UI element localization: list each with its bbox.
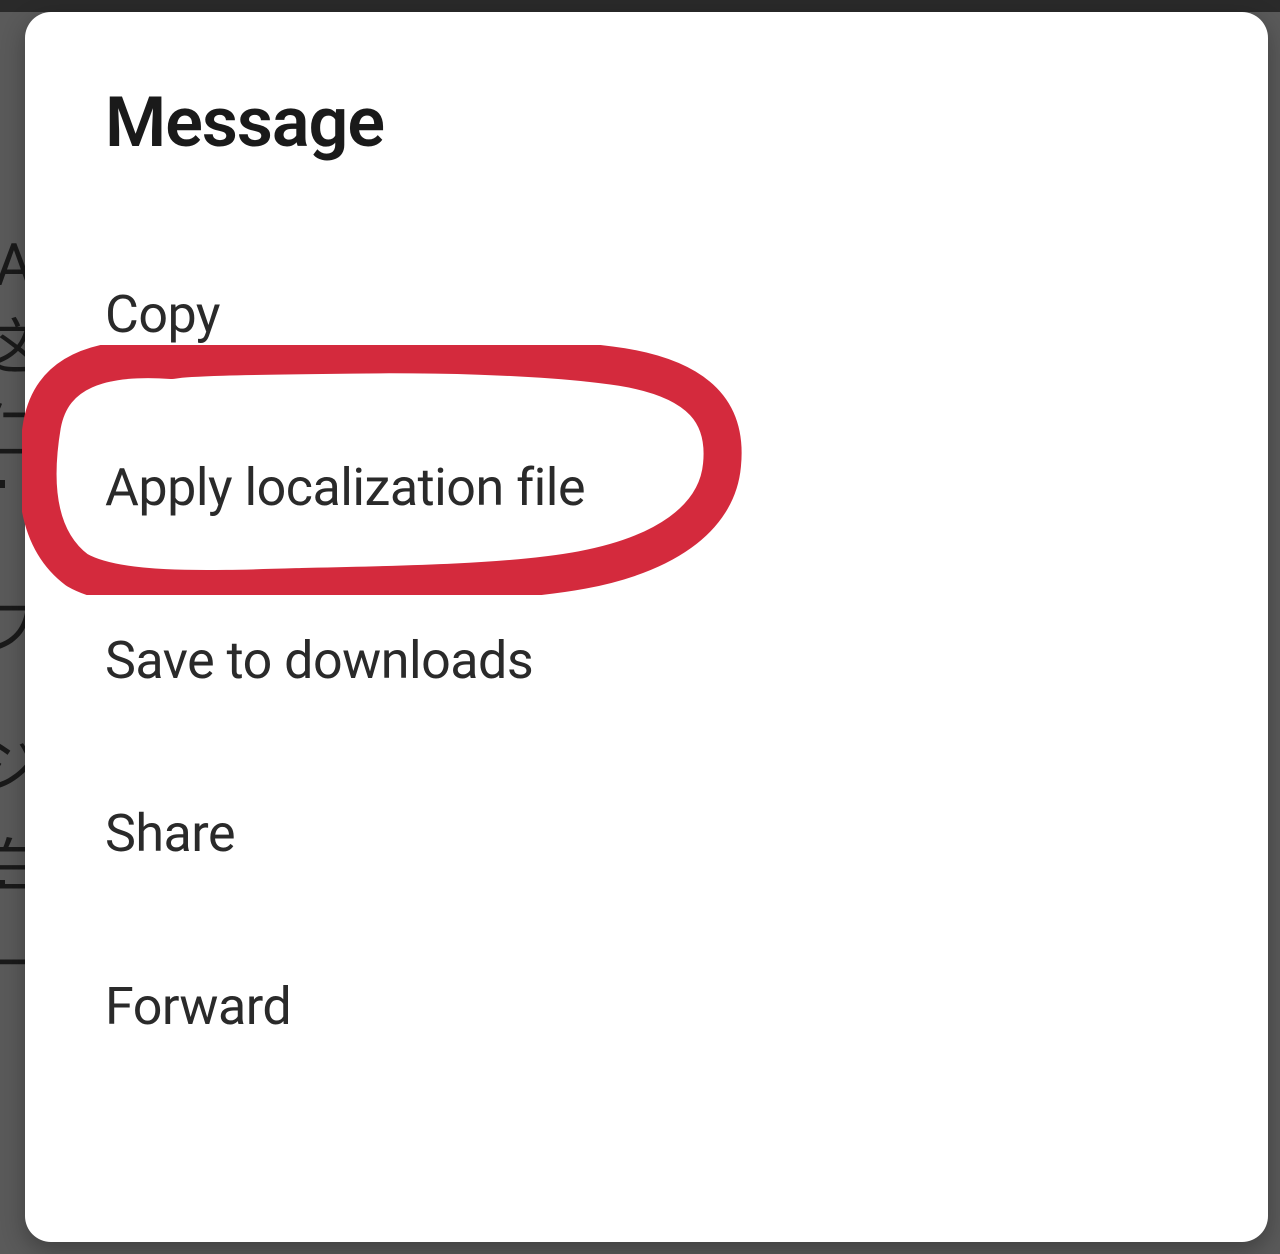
menu-item-apply-localization[interactable]: Apply localization file	[105, 457, 1188, 518]
message-context-menu: Message Copy Apply localization file Sav…	[25, 12, 1268, 1242]
menu-list: Copy Apply localization file Save to dow…	[105, 284, 1188, 1037]
bg-char	[0, 480, 5, 488]
menu-item-save-downloads[interactable]: Save to downloads	[105, 630, 1188, 691]
menu-item-forward[interactable]: Forward	[105, 976, 1188, 1037]
bg-char	[0, 880, 5, 888]
menu-item-share[interactable]: Share	[105, 803, 1188, 864]
modal-title: Message	[105, 82, 1188, 164]
menu-item-copy[interactable]: Copy	[105, 284, 1188, 345]
